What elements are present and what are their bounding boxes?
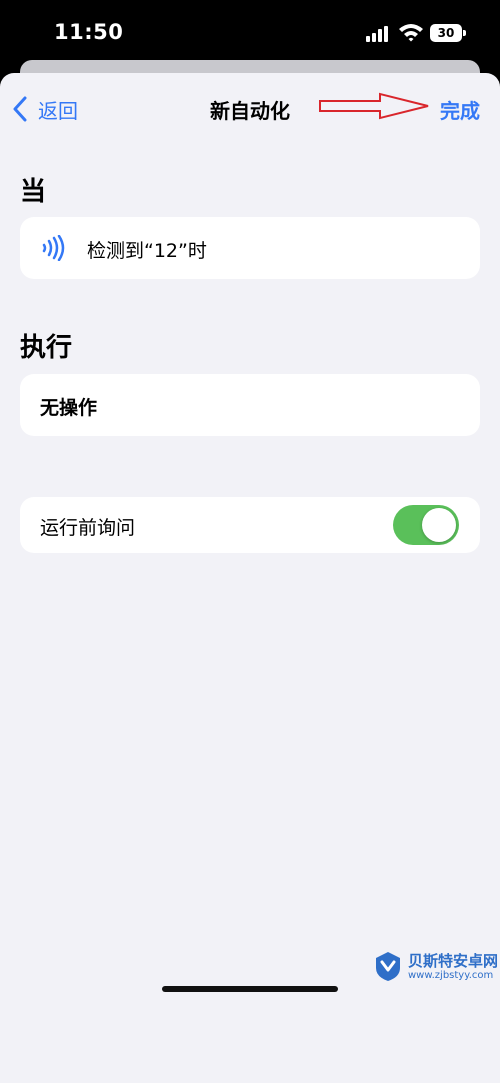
action-row[interactable]: 无操作: [20, 374, 480, 436]
wifi-icon: [399, 24, 423, 42]
watermark-logo-icon: [376, 952, 400, 981]
status-bar: 11:50 30: [0, 0, 500, 62]
status-time: 11:50: [54, 20, 124, 44]
watermark-url: www.zjbstyy.com: [408, 970, 494, 981]
when-section-header: 当: [20, 177, 47, 207]
home-indicator[interactable]: [162, 986, 338, 992]
toggle-knob: [422, 508, 456, 542]
watermark: 贝斯特安卓网 www.zjbstyy.com: [368, 944, 500, 990]
action-label: 无操作: [40, 397, 98, 419]
cellular-signal-icon: [366, 26, 388, 42]
ask-before-running-toggle[interactable]: [393, 505, 459, 545]
ask-before-running-row: 运行前询问: [20, 497, 480, 553]
trigger-row[interactable]: 检测到“12”时: [20, 217, 480, 279]
watermark-title: 贝斯特安卓网: [408, 952, 499, 970]
battery-level: 30: [437, 26, 455, 40]
do-section-header: 执行: [20, 333, 73, 363]
annotation-arrow-icon: [319, 92, 429, 120]
done-button[interactable]: 完成: [440, 95, 480, 124]
new-automation-sheet: 返回 新自动化 完成 当 检测到“12”时 执行 无操作 运行前询问: [0, 73, 500, 1083]
battery-icon: 30: [430, 24, 466, 42]
ask-before-running-label: 运行前询问: [40, 517, 136, 539]
nfc-icon: [42, 235, 65, 261]
trigger-label: 检测到“12”时: [87, 240, 207, 262]
